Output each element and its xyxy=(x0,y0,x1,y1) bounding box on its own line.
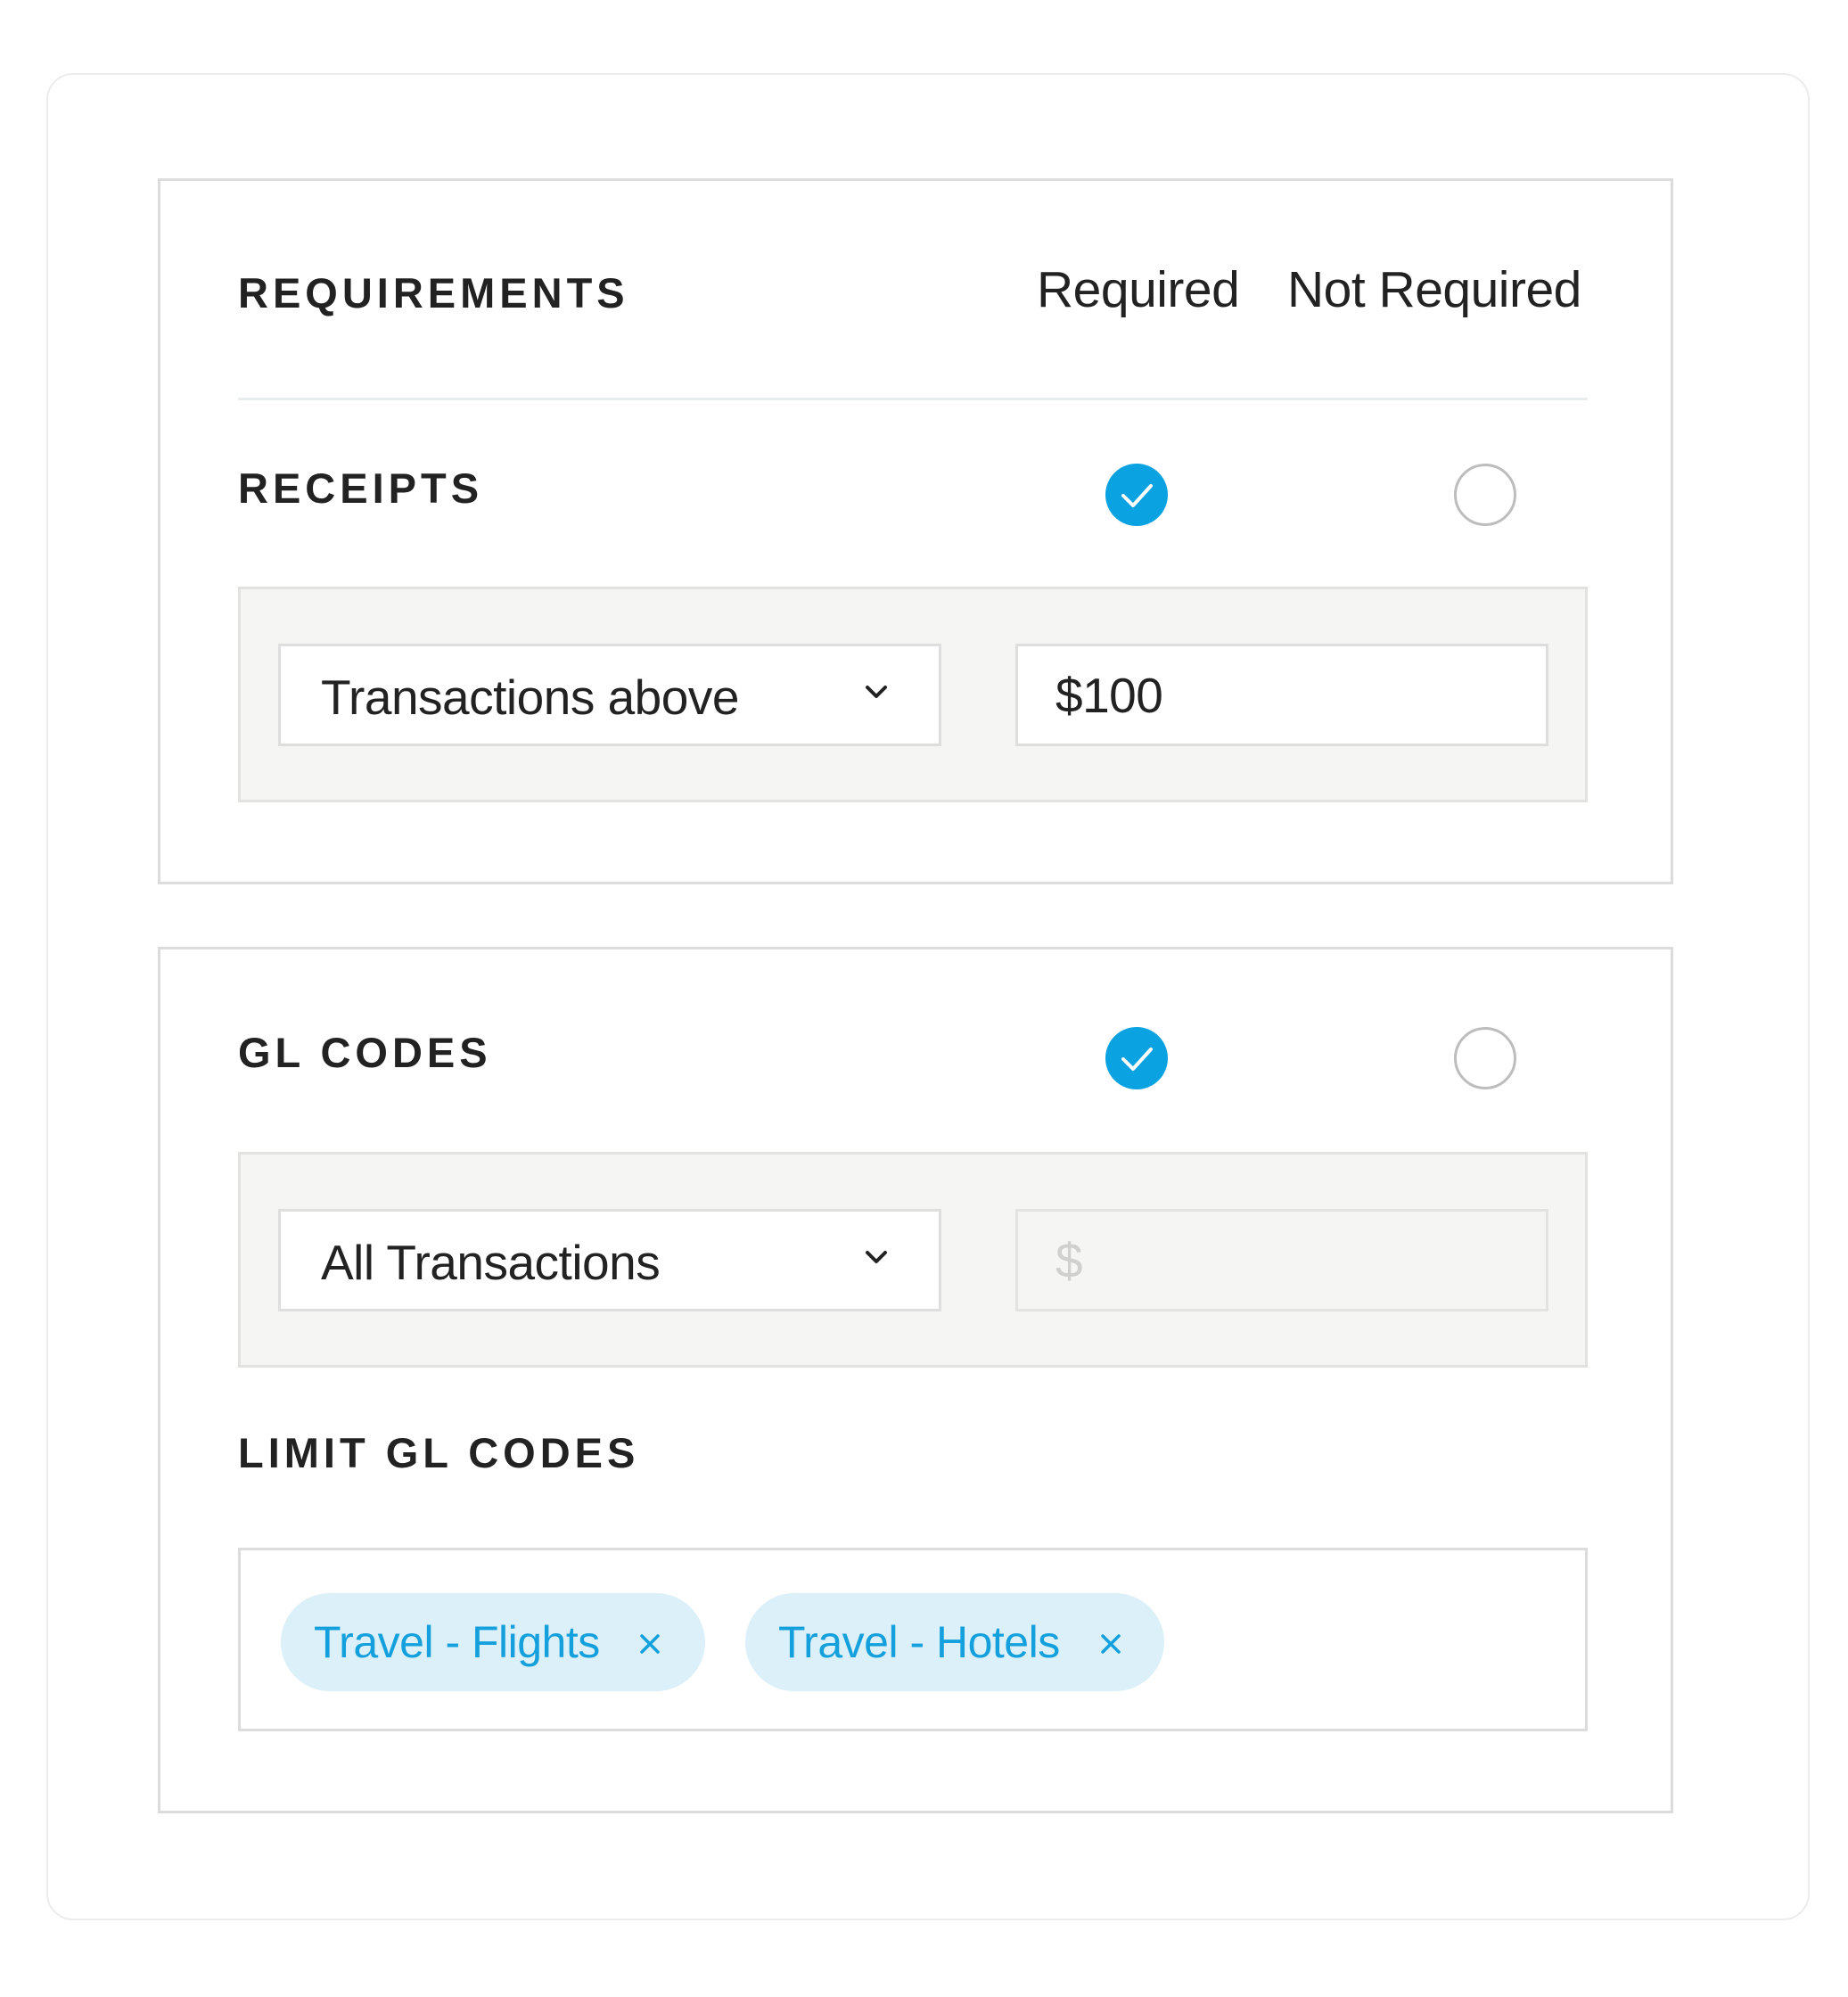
receipts-amount-input[interactable] xyxy=(1015,644,1548,746)
gl-codes-amount-input[interactable] xyxy=(1015,1209,1548,1311)
gl-codes-required-radio[interactable] xyxy=(1105,1027,1168,1089)
receipts-condition-value: Transactions above xyxy=(321,670,739,725)
limit-gl-codes-heading: LIMIT GL CODES xyxy=(238,1429,640,1476)
receipts-condition-select[interactable]: Transactions above xyxy=(278,644,941,746)
check-icon xyxy=(1121,1048,1153,1071)
close-icon[interactable] xyxy=(1098,1631,1123,1656)
gl-codes-condition-select[interactable]: All Transactions xyxy=(278,1209,941,1311)
tag-chip: Travel - Flights xyxy=(281,1593,705,1691)
chevron-down-icon xyxy=(866,1251,887,1263)
gl-codes-heading: GL CODES xyxy=(238,1029,492,1076)
gl-codes-tag-input[interactable]: Travel - Flights Travel - Hotels xyxy=(238,1548,1588,1731)
not-required-column-header: Not Required xyxy=(1287,261,1581,318)
receipts-required-radio[interactable] xyxy=(1105,464,1168,526)
tag-label: Travel - Flights xyxy=(314,1617,600,1667)
required-column-header: Required xyxy=(1037,261,1240,318)
header-divider xyxy=(238,398,1588,400)
receipts-heading: RECEIPTS xyxy=(238,464,484,512)
check-icon xyxy=(1121,484,1153,507)
receipts-not-required-radio[interactable] xyxy=(1454,464,1516,526)
close-icon[interactable] xyxy=(637,1631,662,1656)
requirements-heading: REQUIREMENTS xyxy=(238,269,629,316)
tag-label: Travel - Hotels xyxy=(778,1617,1060,1667)
gl-codes-not-required-radio[interactable] xyxy=(1454,1027,1516,1089)
tag-chip: Travel - Hotels xyxy=(745,1593,1164,1691)
chevron-down-icon xyxy=(866,686,887,698)
gl-codes-condition-value: All Transactions xyxy=(321,1235,661,1290)
